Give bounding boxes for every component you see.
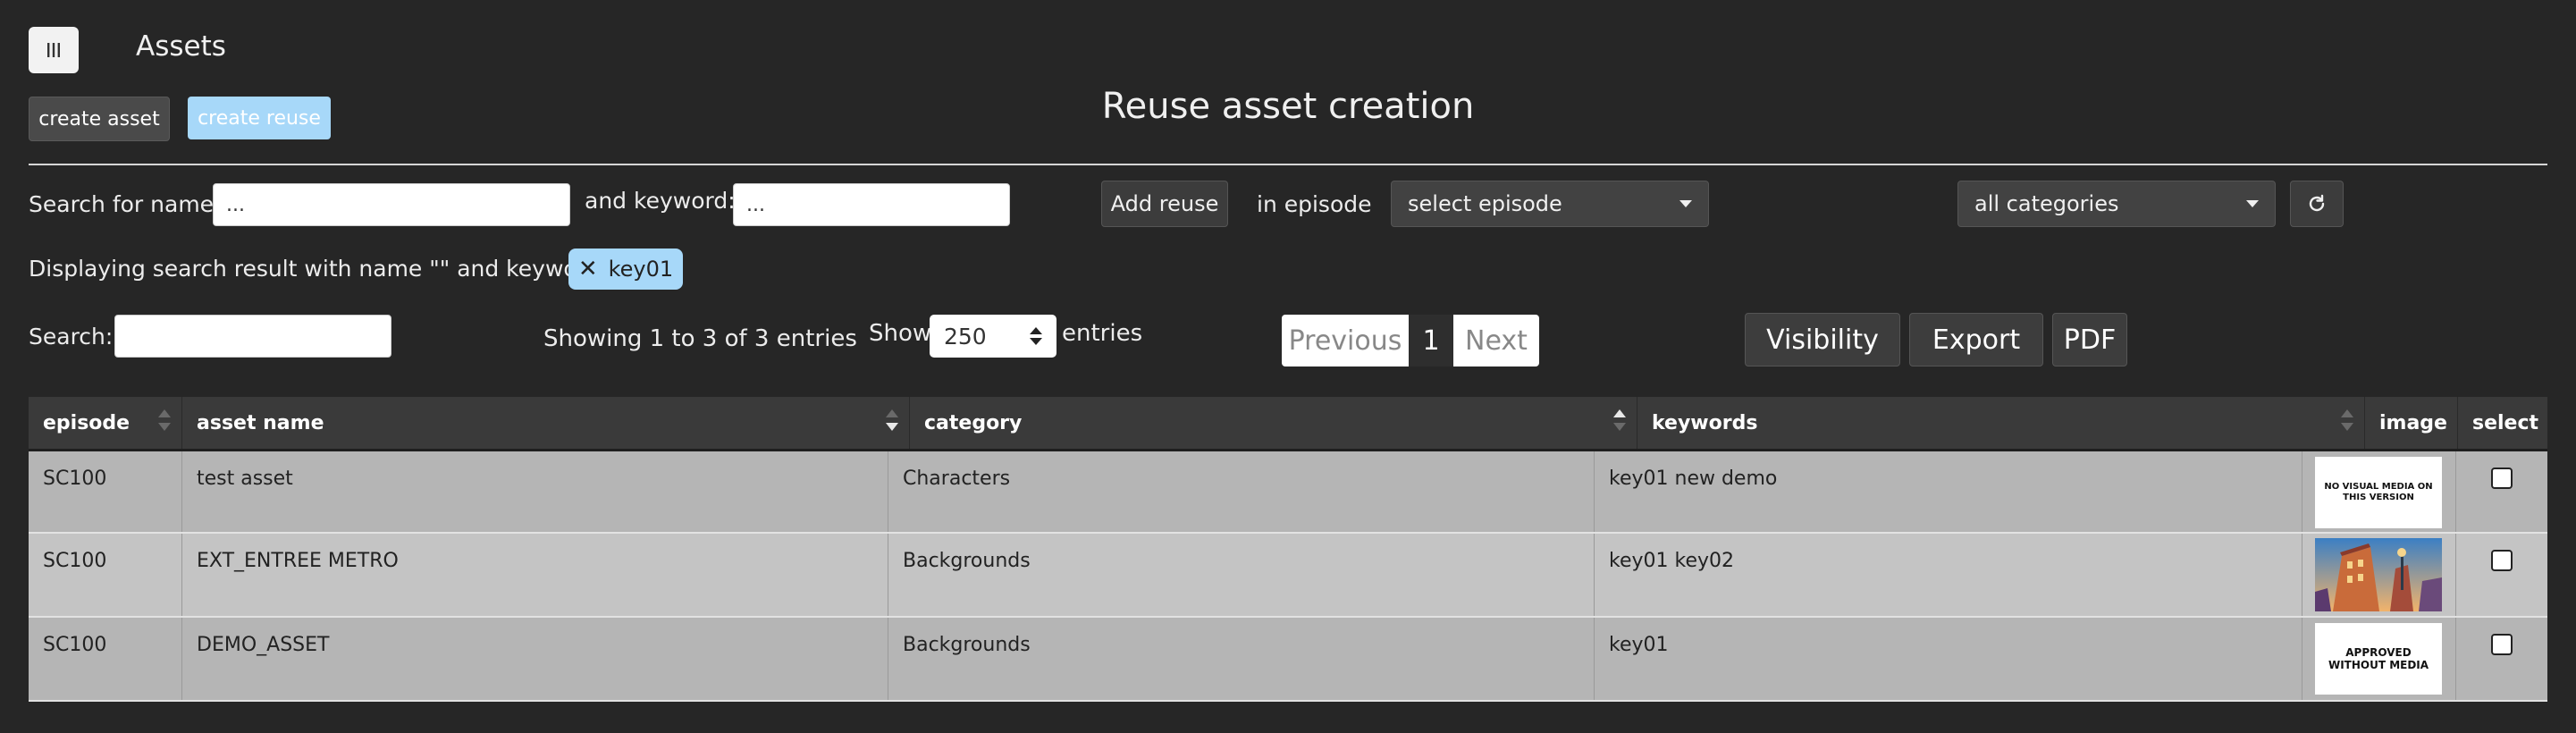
visibility-button[interactable]: Visibility xyxy=(1745,313,1900,366)
cell-image: APPROVED WITHOUT MEDIA xyxy=(2302,618,2456,700)
sort-icon xyxy=(1613,409,1626,431)
next-page-button[interactable]: Next xyxy=(1453,315,1539,366)
category-select-value: all categories xyxy=(1974,191,2119,216)
up-down-icon xyxy=(1030,327,1042,345)
episode-select[interactable]: select episode xyxy=(1391,181,1709,227)
column-header-episode[interactable]: episode xyxy=(29,397,182,449)
cell-select xyxy=(2456,534,2547,616)
keyword-search-label: and keyword: xyxy=(585,188,736,214)
menu-button[interactable] xyxy=(29,27,79,73)
table-row: SC100 EXT_ENTREE METRO Backgrounds key01… xyxy=(29,534,2547,618)
episode-select-value: select episode xyxy=(1408,191,1562,216)
keyword-chip-label: key01 xyxy=(608,257,674,282)
cell-asset-name: DEMO_ASSET xyxy=(182,618,888,700)
cell-category: Backgrounds xyxy=(888,534,1595,616)
cell-image: NO VISUAL MEDIA ON THIS VERSION xyxy=(2302,451,2456,532)
cell-episode: SC100 xyxy=(29,534,182,616)
table-header: episode asset name category keywords ima… xyxy=(29,397,2547,451)
sort-icon xyxy=(158,409,171,431)
cell-image xyxy=(2302,534,2456,616)
filter-summary-text: Displaying search result with name "" an… xyxy=(29,256,619,282)
column-header-asset-name[interactable]: asset name xyxy=(182,397,910,449)
keyword-search-input[interactable]: ... xyxy=(733,183,1010,226)
cell-keywords: key01 new demo xyxy=(1595,451,2302,532)
keyword-chip[interactable]: ✕ key01 xyxy=(568,249,683,290)
previous-page-button[interactable]: Previous xyxy=(1282,315,1409,366)
assets-table: episode asset name category keywords ima… xyxy=(29,397,2547,702)
thumbnail-image[interactable]: APPROVED WITHOUT MEDIA xyxy=(2315,623,2442,695)
export-button[interactable]: Export xyxy=(1909,313,2043,366)
chevron-down-icon xyxy=(2246,200,2259,207)
add-reuse-button[interactable]: Add reuse xyxy=(1101,181,1228,227)
show-label: Show xyxy=(869,320,932,347)
close-icon[interactable]: ✕ xyxy=(578,256,598,282)
current-page-button[interactable]: 1 xyxy=(1409,315,1453,366)
column-header-keywords[interactable]: keywords xyxy=(1637,397,2365,449)
thumbnail-image[interactable]: NO VISUAL MEDIA ON THIS VERSION xyxy=(2315,457,2442,528)
sort-icon xyxy=(886,409,898,431)
menu-bars-icon xyxy=(47,43,60,57)
table-row: SC100 test asset Characters key01 new de… xyxy=(29,451,2547,534)
cell-episode: SC100 xyxy=(29,451,182,532)
cell-keywords: key01 key02 xyxy=(1595,534,2302,616)
table-row: SC100 DEMO_ASSET Backgrounds key01 APPRO… xyxy=(29,618,2547,702)
column-header-select: select xyxy=(2472,411,2539,434)
name-search-input[interactable]: ... xyxy=(213,183,570,226)
cell-category: Backgrounds xyxy=(888,618,1595,700)
entries-label: entries xyxy=(1062,320,1143,347)
table-search-input[interactable] xyxy=(114,315,391,358)
table-info: Showing 1 to 3 of 3 entries xyxy=(543,325,857,352)
table-search-label: Search: xyxy=(29,324,114,350)
in-episode-label: in episode xyxy=(1257,191,1372,217)
background-thumbnail-picture xyxy=(2315,538,2442,611)
app-title: Assets xyxy=(136,30,226,63)
cell-select xyxy=(2456,451,2547,532)
reset-button[interactable] xyxy=(2290,181,2344,227)
select-checkbox[interactable] xyxy=(2491,468,2513,489)
sort-icon xyxy=(2341,409,2353,431)
thumbnail-image[interactable] xyxy=(2315,538,2442,611)
select-checkbox[interactable] xyxy=(2491,634,2513,655)
pagination: Previous 1 Next xyxy=(1282,315,1539,366)
page-length-value: 250 xyxy=(944,323,987,350)
chevron-down-icon xyxy=(1679,200,1692,207)
column-header-image: image xyxy=(2365,397,2458,449)
cell-episode: SC100 xyxy=(29,618,182,700)
cell-asset-name: EXT_ENTREE METRO xyxy=(182,534,888,616)
divider xyxy=(29,164,2547,165)
cell-asset-name: test asset xyxy=(182,451,888,532)
column-header-category[interactable]: category xyxy=(910,397,1637,449)
select-checkbox[interactable] xyxy=(2491,550,2513,571)
pdf-button[interactable]: PDF xyxy=(2052,313,2127,366)
page-length-select[interactable]: 250 xyxy=(930,315,1056,358)
category-select[interactable]: all categories xyxy=(1957,181,2276,227)
page-title: Reuse asset creation xyxy=(1101,86,1475,127)
cell-keywords: key01 xyxy=(1595,618,2302,700)
cell-select xyxy=(2456,618,2547,700)
reset-icon xyxy=(2309,194,2325,212)
name-search-label: Search for name: xyxy=(29,191,222,217)
cell-category: Characters xyxy=(888,451,1595,532)
